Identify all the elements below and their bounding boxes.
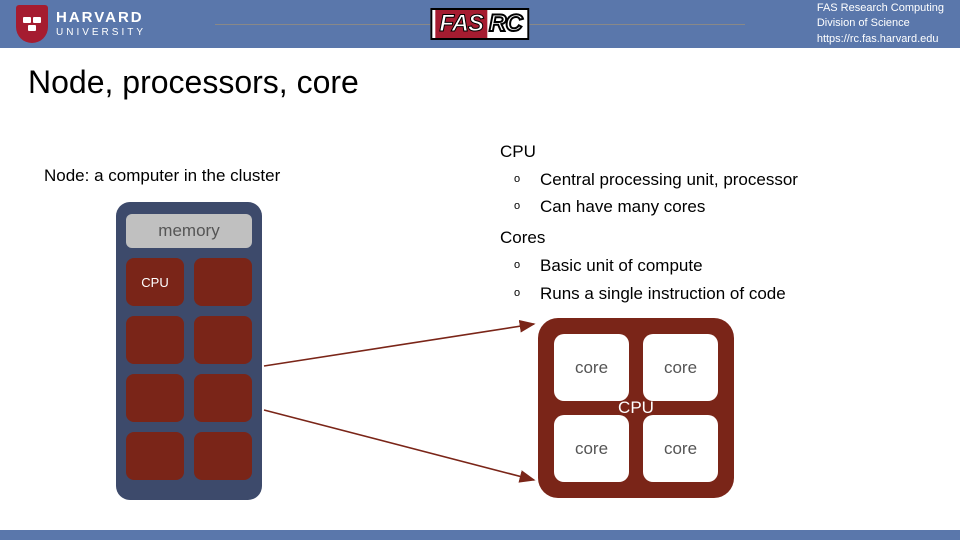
- header-line3: https://rc.fas.harvard.edu: [817, 32, 944, 47]
- footer-bar: [0, 530, 960, 540]
- cores-item: Basic unit of compute: [500, 252, 798, 279]
- fasrc-fas: FAS: [435, 10, 487, 38]
- header-line2: Division of Science: [817, 16, 944, 31]
- cpu-item: Can have many cores: [500, 193, 798, 220]
- cpu-chip-blank: [126, 432, 184, 480]
- cpu-list: Central processing unit, processor Can h…: [500, 166, 798, 220]
- harvard-subtitle: UNIVERSITY: [56, 27, 146, 38]
- core-box: core: [643, 415, 718, 482]
- cpu-heading: CPU: [500, 142, 798, 162]
- fasrc-logo: FASRC: [430, 8, 529, 40]
- header-bar: HARVARD UNIVERSITY FASRC FAS Research Co…: [0, 0, 960, 48]
- cores-list: Basic unit of compute Runs a single inst…: [500, 252, 798, 306]
- cpu-chip-blank: [194, 258, 252, 306]
- fasrc-rc: RC: [487, 10, 522, 38]
- node-label: Node: a computer in the cluster: [44, 166, 280, 186]
- slide-title: Node, processors, core: [0, 48, 960, 101]
- cores-heading: Cores: [500, 228, 798, 248]
- cpu-chip-blank: [194, 432, 252, 480]
- cores-item: Runs a single instruction of code: [500, 280, 798, 307]
- cpu-chip-blank: [126, 374, 184, 422]
- cpu-chip-blank: [126, 316, 184, 364]
- core-box: core: [554, 415, 629, 482]
- core-box: core: [554, 334, 629, 401]
- right-text-block: CPU Central processing unit, processor C…: [500, 142, 798, 315]
- node-diagram: memory CPU: [116, 202, 262, 500]
- core-box: core: [643, 334, 718, 401]
- cpu-item: Central processing unit, processor: [500, 166, 798, 193]
- header-line1: FAS Research Computing: [817, 1, 944, 16]
- harvard-logo: HARVARD UNIVERSITY: [0, 0, 146, 48]
- cpu-chip: CPU: [126, 258, 184, 306]
- cpu-center-label: CPU: [618, 398, 654, 418]
- harvard-shield-icon: [16, 5, 48, 43]
- memory-chip: memory: [126, 214, 252, 248]
- cpu-chip-blank: [194, 374, 252, 422]
- cpu-expanded-diagram: core core core core CPU: [538, 318, 734, 498]
- header-right-text: FAS Research Computing Division of Scien…: [817, 0, 960, 48]
- harvard-name: HARVARD: [56, 10, 146, 27]
- cpu-chip-blank: [194, 316, 252, 364]
